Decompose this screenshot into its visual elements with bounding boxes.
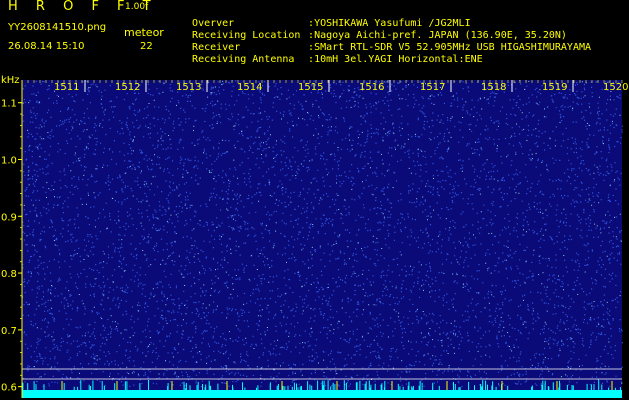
time-label: 1512	[115, 82, 140, 93]
time-label: 1520	[603, 82, 628, 93]
freq-tick-label: 0.6	[1, 383, 17, 394]
freq-tick-label: 0.7	[1, 326, 17, 337]
time-label: 1516	[359, 82, 384, 93]
time-label: 1517	[420, 82, 445, 93]
freq-tick-label: 1.0	[1, 156, 17, 167]
time-label: 1511	[54, 82, 79, 93]
time-label: 1519	[542, 82, 567, 93]
time-label: 1513	[176, 82, 201, 93]
freq-tick-label: 0.9	[1, 212, 17, 223]
freq-tick-label: 0.8	[1, 269, 17, 280]
baseline-strip	[22, 390, 622, 398]
freq-tick-label: 1.1	[1, 99, 17, 110]
time-label: 1514	[237, 82, 262, 93]
spectrogram-plot: 1.1 1.0 0.9 0.8 0.7 0.6 1511 1512 1513 1514 1515 15…	[1, 80, 628, 398]
time-label: 1515	[298, 82, 323, 93]
time-label: 1518	[481, 82, 506, 93]
waterfall-area	[22, 80, 622, 398]
